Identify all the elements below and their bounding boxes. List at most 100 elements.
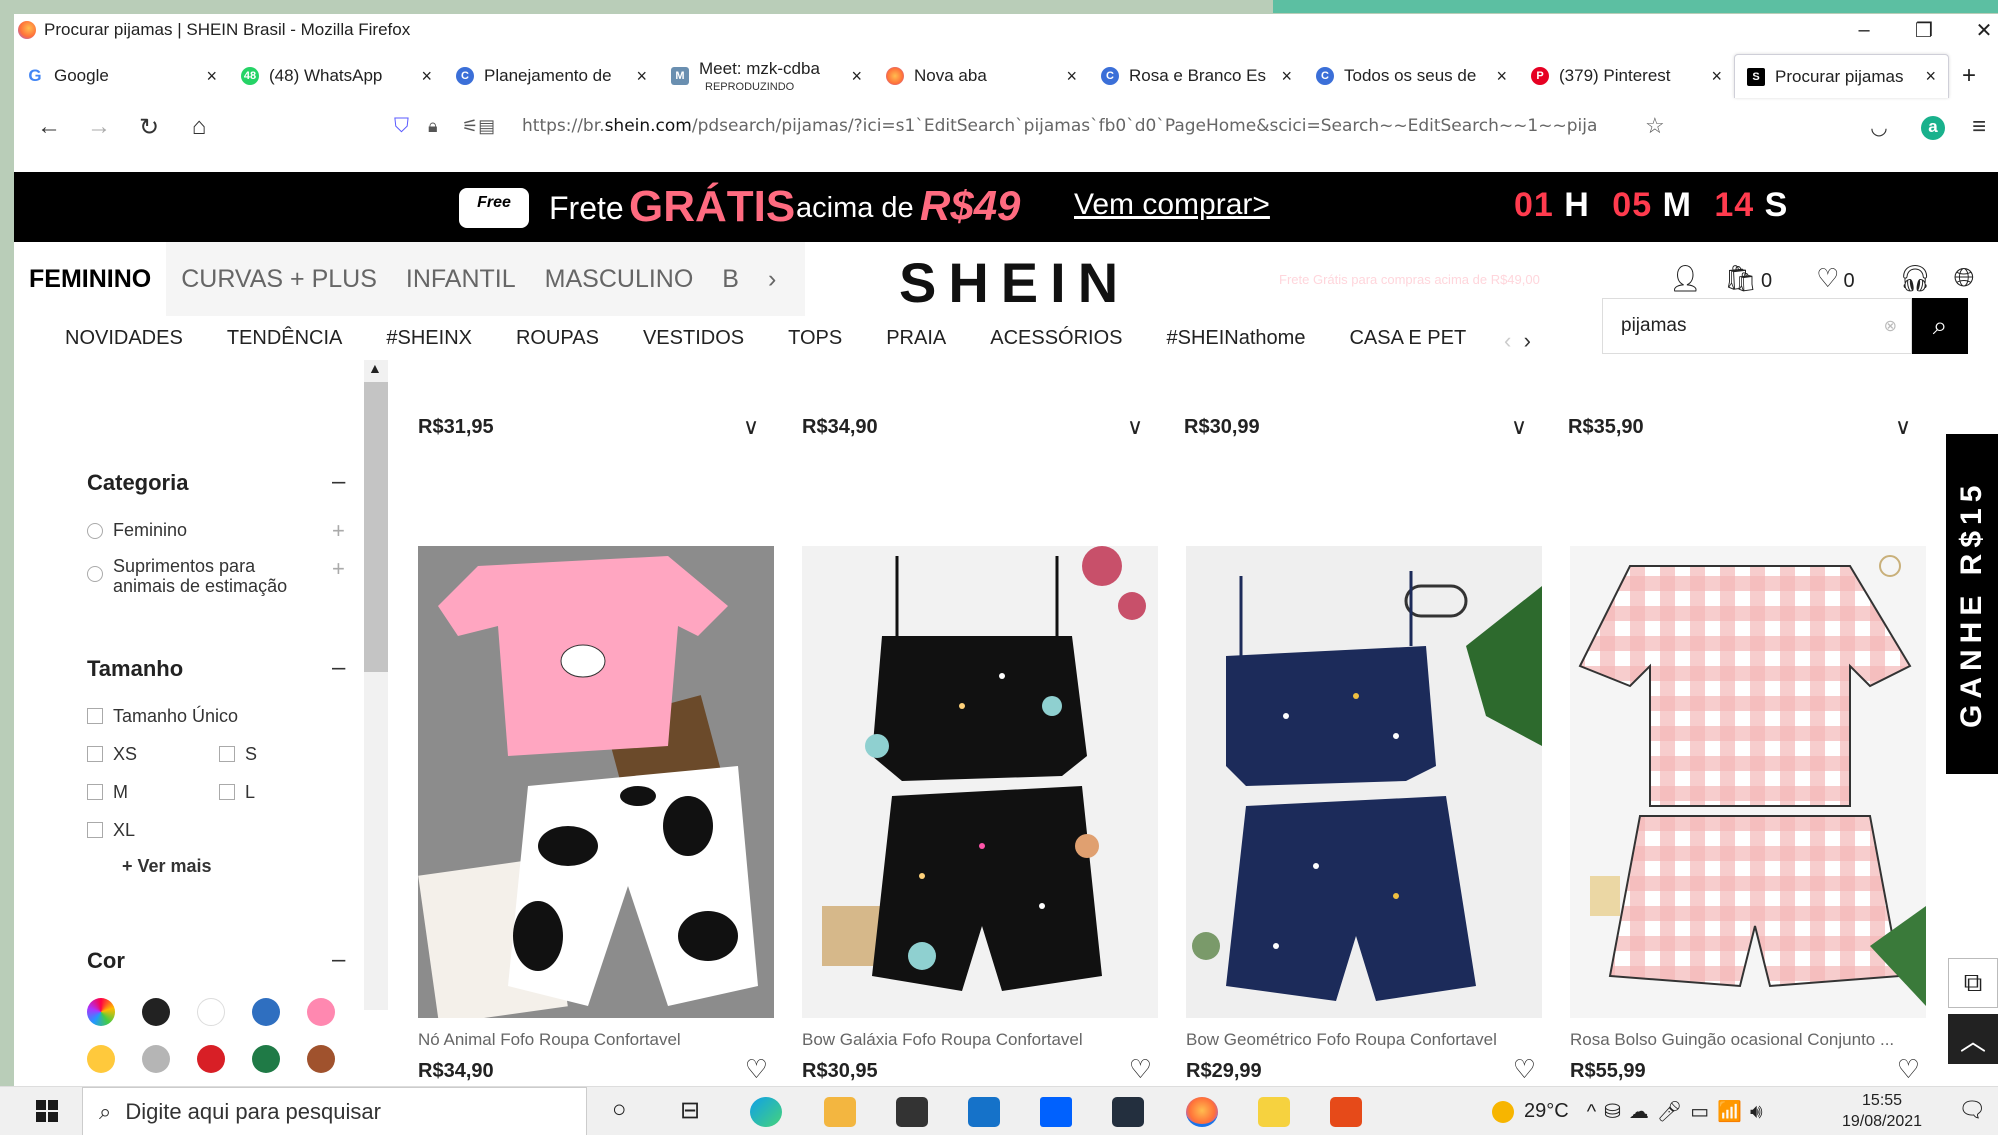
heart-icon[interactable]: ♡ 0	[1816, 263, 1876, 294]
wishlist-heart-icon[interactable]: ♡	[1897, 1054, 1920, 1085]
chevron-down-icon[interactable]: ∨	[1895, 414, 1911, 440]
chevron-right-icon[interactable]: ›	[768, 265, 776, 294]
edge-icon[interactable]	[750, 1097, 782, 1127]
product-card[interactable]: Bow Geométrico Fofo Roupa Confortavel R$…	[1186, 546, 1542, 1085]
menu-tendencia[interactable]: TENDÊNCIA	[227, 327, 343, 350]
sticky-notes-icon[interactable]	[1258, 1097, 1290, 1127]
close-window-button[interactable]: ✕	[1954, 14, 1998, 46]
product-card[interactable]: Rosa Bolso Guingão ocasional Conjunto ..…	[1570, 546, 1926, 1085]
new-tab-button[interactable]: +	[1949, 62, 1989, 90]
store-icon[interactable]	[896, 1097, 928, 1127]
shein-logo[interactable]: SHEIN	[899, 250, 1130, 315]
cat-infantil[interactable]: INFANTIL	[406, 265, 516, 294]
cat-b[interactable]: B	[722, 265, 739, 294]
extension-icon[interactable]: a	[1921, 116, 1945, 140]
color-swatch[interactable]	[87, 1045, 115, 1073]
forward-icon[interactable]: →	[74, 113, 124, 141]
tab-rosa-branco[interactable]: C Rosa e Branco Es ×	[1089, 54, 1304, 98]
office-icon[interactable]	[1330, 1097, 1362, 1127]
lock-icon[interactable]: 🔒︎	[428, 116, 462, 137]
tab-close-icon[interactable]: ×	[1711, 66, 1722, 87]
wishlist-heart-icon[interactable]: ♡	[745, 1054, 768, 1085]
filter-cor-heading[interactable]: Cor	[87, 948, 125, 974]
promo-cta-link[interactable]: Vem comprar>	[1074, 188, 1270, 222]
size-option[interactable]: S	[219, 744, 257, 765]
tab-shein[interactable]: S Procurar pijamas ×	[1734, 54, 1949, 98]
product-title[interactable]: Bow Geométrico Fofo Roupa Confortavel	[1186, 1030, 1542, 1050]
color-swatch[interactable]	[307, 1045, 335, 1073]
permissions-icon[interactable]: ⚟▤	[462, 116, 522, 137]
menu-icon[interactable]: ≡	[1959, 113, 1998, 141]
clear-icon[interactable]: ⊗	[1884, 316, 1897, 336]
wishlist-heart-icon[interactable]: ♡	[1513, 1054, 1536, 1085]
color-swatch[interactable]	[197, 998, 225, 1026]
menu-scroll-arrows[interactable]: ‹ ›	[1504, 328, 1531, 354]
tab-close-icon[interactable]: ×	[421, 66, 432, 87]
tab-close-icon[interactable]: ×	[851, 66, 862, 87]
back-icon[interactable]: ←	[24, 113, 74, 141]
collapse-icon[interactable]: –	[332, 468, 345, 496]
menu-praia[interactable]: PRAIA	[886, 327, 946, 350]
tab-close-icon[interactable]: ×	[1496, 66, 1507, 87]
collapse-icon[interactable]: –	[332, 946, 345, 974]
expand-icon[interactable]: +	[332, 518, 345, 544]
menu-tops[interactable]: TOPS	[788, 327, 842, 350]
tab-close-icon[interactable]: ×	[1066, 66, 1077, 87]
clock[interactable]: 15:55 19/08/2021	[1842, 1090, 1922, 1132]
cat-curvas-plus[interactable]: CURVAS + PLUS	[181, 265, 377, 294]
pocket-icon[interactable]: ◡	[1854, 115, 1904, 140]
back-to-top-icon[interactable]: ︿	[1948, 1014, 1998, 1064]
product-image[interactable]	[1570, 546, 1926, 1018]
promo-banner[interactable]: Free Frete GRÁTIS acima de R$49 Vem comp…	[14, 172, 1998, 242]
sidebar-scroll-thumb[interactable]	[364, 382, 388, 672]
notification-icon[interactable]: 🗨︎	[1958, 1097, 1986, 1123]
tab-pinterest[interactable]: P (379) Pinterest ×	[1519, 54, 1734, 98]
product-card[interactable]: Bow Galáxia Fofo Roupa Confortavel R$30,…	[802, 546, 1158, 1085]
windows-start-icon[interactable]	[36, 1100, 58, 1122]
tab-google[interactable]: G Google ×	[14, 54, 229, 98]
color-swatch[interactable]	[252, 1045, 280, 1073]
chevron-down-icon[interactable]: ∨	[743, 414, 759, 440]
tab-whatsapp[interactable]: 48 (48) WhatsApp ×	[229, 54, 444, 98]
amazon-icon[interactable]	[1112, 1097, 1144, 1127]
cat-feminino[interactable]: FEMININO	[14, 242, 167, 316]
color-swatch[interactable]	[142, 1045, 170, 1073]
globe-icon[interactable]: 🌐︎	[1954, 262, 1975, 294]
tab-nova-aba[interactable]: Nova aba ×	[874, 54, 1089, 98]
size-option[interactable]: XL	[87, 820, 135, 841]
reload-icon[interactable]: ↻	[124, 113, 174, 142]
home-icon[interactable]: ⌂	[174, 113, 224, 141]
tray-icons[interactable]: ^⛁☁🎤︎▭📶🔊︎	[1587, 1099, 1771, 1124]
bookmark-star-icon[interactable]: ☆	[1645, 113, 1665, 139]
user-icon[interactable]: 👤︎	[1669, 263, 1702, 294]
chevron-down-icon[interactable]: ∨	[1511, 414, 1527, 440]
collapse-icon[interactable]: –	[332, 654, 345, 682]
filter-option[interactable]: Suprimentos para animais de estimação	[87, 556, 307, 596]
weather-icon[interactable]	[1492, 1100, 1514, 1123]
menu-vestidos[interactable]: VESTIDOS	[643, 327, 744, 350]
menu-casa-pet[interactable]: CASA E PET	[1349, 327, 1466, 350]
bag-icon[interactable]: 🛍︎ 0	[1724, 263, 1794, 294]
tab-todos[interactable]: C Todos os seus de ×	[1304, 54, 1519, 98]
minimize-button[interactable]: –	[1834, 14, 1894, 46]
tab-close-icon[interactable]: ×	[636, 66, 647, 87]
tab-close-icon[interactable]: ×	[1925, 66, 1936, 87]
color-swatch[interactable]	[87, 998, 115, 1026]
color-swatch[interactable]	[252, 998, 280, 1026]
ganhe-side-tab[interactable]: GANHE R$15	[1946, 434, 1998, 774]
mail-icon[interactable]	[968, 1097, 1000, 1127]
product-image[interactable]	[1186, 546, 1542, 1018]
wishlist-heart-icon[interactable]: ♡	[1129, 1054, 1152, 1085]
ver-mais-link[interactable]: + Ver mais	[122, 856, 212, 877]
url-text[interactable]: https://br.shein.com/pdsearch/pijamas/?i…	[522, 116, 1637, 136]
chevron-down-icon[interactable]: ∨	[1127, 414, 1143, 440]
restore-button[interactable]: ❐	[1894, 14, 1954, 46]
filter-tamanho-heading[interactable]: Tamanho	[87, 656, 183, 682]
size-option[interactable]: L	[219, 782, 255, 803]
filter-categoria-heading[interactable]: Categoria	[87, 470, 188, 496]
taskbar-search-input[interactable]: ⌕ Digite aqui para pesquisar	[82, 1087, 587, 1135]
color-swatch[interactable]	[307, 998, 335, 1026]
shield-icon[interactable]: ⛉	[394, 115, 428, 138]
cat-masculino[interactable]: MASCULINO	[545, 265, 694, 294]
size-option[interactable]: M	[87, 782, 128, 803]
